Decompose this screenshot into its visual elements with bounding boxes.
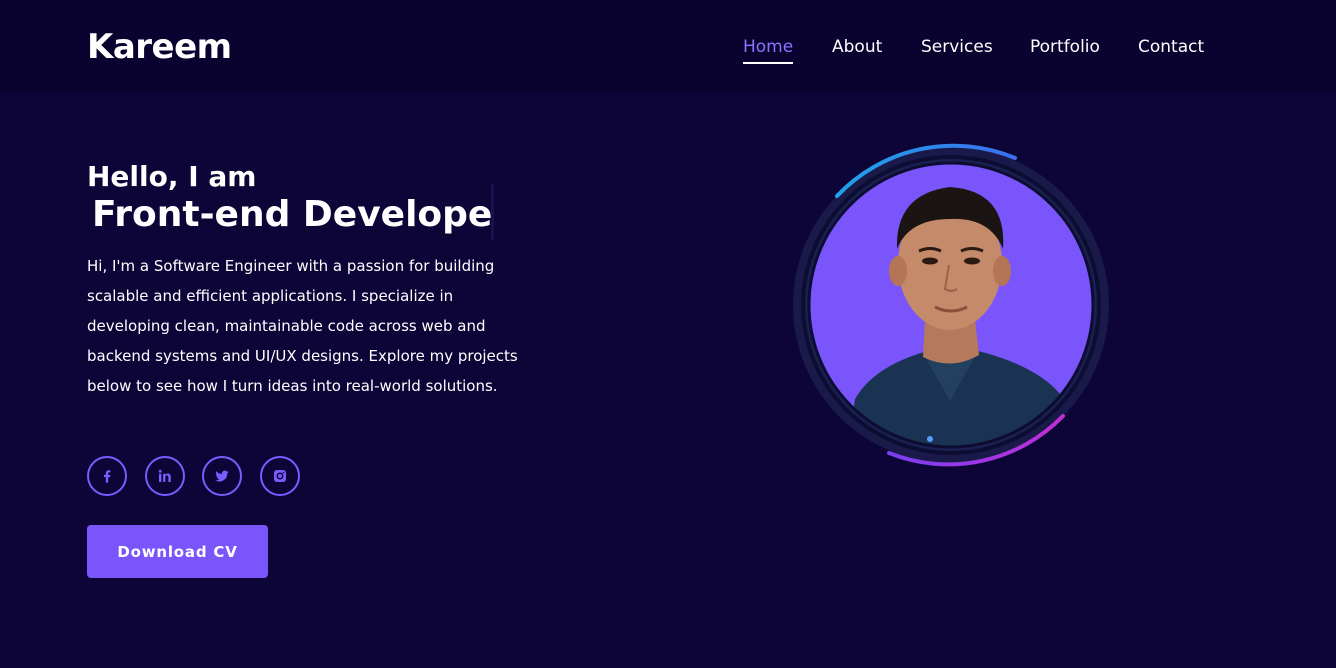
twitter-icon xyxy=(215,470,229,482)
instagram-link[interactable] xyxy=(260,456,300,496)
linkedin-link[interactable] xyxy=(145,456,185,496)
linkedin-icon xyxy=(158,469,171,482)
nav-portfolio[interactable]: Portfolio xyxy=(1030,36,1100,58)
nav-contact[interactable]: Contact xyxy=(1138,36,1204,58)
social-links xyxy=(87,456,307,496)
main-nav: Home About Services Portfolio Contact xyxy=(0,36,1336,66)
facebook-link[interactable] xyxy=(87,456,127,496)
download-cv-button[interactable]: Download CV xyxy=(87,525,268,578)
instagram-icon xyxy=(274,470,286,482)
profile-portrait xyxy=(785,139,1117,471)
site-header: Kareem Home About Services Portfolio Con… xyxy=(0,0,1336,93)
role-heading: Front-end Developer xyxy=(92,194,493,235)
nav-about[interactable]: About xyxy=(832,36,882,58)
role-typing-container: Front-end Developer xyxy=(87,190,493,240)
typing-cursor xyxy=(491,184,494,240)
twitter-link[interactable] xyxy=(202,456,242,496)
nav-home[interactable]: Home xyxy=(743,36,794,64)
facebook-icon xyxy=(103,470,111,483)
bio-text: Hi, I'm a Software Engineer with a passi… xyxy=(87,257,518,395)
profile-photo-illustration xyxy=(793,143,1109,467)
nav-services[interactable]: Services xyxy=(921,36,993,58)
